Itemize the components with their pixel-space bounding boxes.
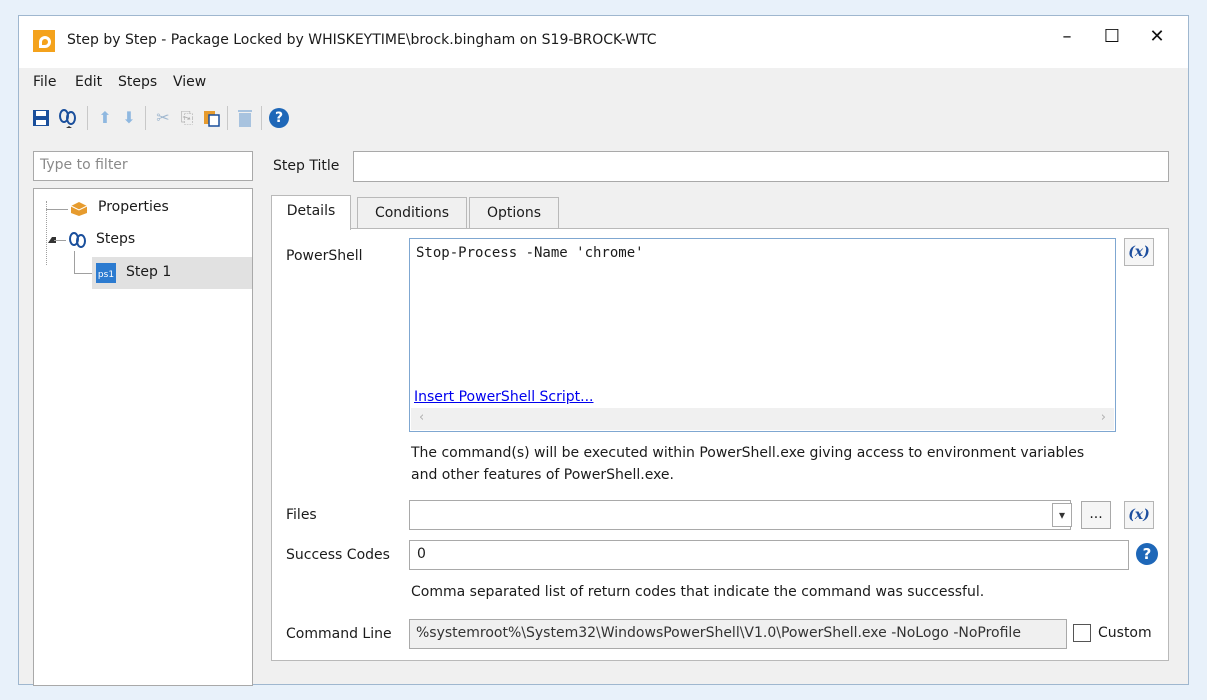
- close-button[interactable]: ✕: [1134, 22, 1180, 52]
- tree-item-step1-row[interactable]: [92, 257, 252, 289]
- maximize-button[interactable]: ☐: [1089, 22, 1135, 52]
- steps-icon: [68, 231, 88, 249]
- scroll-right-icon[interactable]: ›: [1101, 410, 1106, 425]
- tab-details[interactable]: Details: [271, 195, 351, 230]
- paste-icon[interactable]: [201, 108, 221, 128]
- filter-input[interactable]: Type to filter: [33, 151, 253, 181]
- success-codes-label: Success Codes: [286, 547, 390, 563]
- powershell-description: The command(s) will be executed within P…: [411, 445, 1085, 483]
- app-window: Step by Step - Package Locked by WHISKEY…: [18, 15, 1189, 686]
- custom-label: Custom: [1098, 625, 1152, 641]
- properties-icon: [70, 201, 88, 217]
- success-codes-help-icon[interactable]: ?: [1136, 543, 1158, 565]
- insert-script-link[interactable]: Insert PowerShell Script...: [414, 389, 594, 405]
- menu-view[interactable]: View: [173, 74, 206, 90]
- toolbar: ⬆ ⬇ ✂ ⎘ ?: [19, 100, 1188, 134]
- delete-icon[interactable]: [235, 108, 255, 128]
- powershell-code[interactable]: Stop-Process -Name 'chrome': [416, 245, 644, 261]
- menu-steps[interactable]: Steps: [118, 74, 157, 90]
- menu-edit[interactable]: Edit: [75, 74, 102, 90]
- powershell-variable-button[interactable]: (x): [1124, 238, 1154, 266]
- steps-add-icon[interactable]: [57, 108, 77, 128]
- files-input[interactable]: [409, 500, 1071, 530]
- move-up-icon[interactable]: ⬆: [95, 108, 115, 128]
- tree-item-properties[interactable]: Properties: [98, 199, 169, 215]
- ps1-file-icon: ps1: [96, 263, 116, 283]
- chevron-down-icon[interactable]: ▾: [1052, 503, 1072, 527]
- success-codes-description: Comma separated list of return codes tha…: [411, 584, 985, 600]
- horizontal-scrollbar[interactable]: ‹ ›: [411, 408, 1114, 430]
- move-down-icon[interactable]: ⬇: [119, 108, 139, 128]
- copy-icon[interactable]: ⎘: [177, 108, 197, 128]
- tab-conditions[interactable]: Conditions: [357, 197, 467, 229]
- save-icon[interactable]: [31, 108, 51, 128]
- powershell-editor[interactable]: Stop-Process -Name 'chrome' Insert Power…: [409, 238, 1116, 432]
- step-title-label: Step Title: [273, 158, 340, 174]
- minimize-button[interactable]: –: [1044, 22, 1090, 52]
- title-bar: Step by Step - Package Locked by WHISKEY…: [19, 16, 1188, 68]
- help-icon[interactable]: ?: [269, 108, 289, 128]
- browse-files-button[interactable]: ...: [1081, 501, 1111, 529]
- menu-file[interactable]: File: [33, 74, 56, 90]
- command-line-label: Command Line: [286, 626, 392, 642]
- command-line-input[interactable]: %systemroot%\System32\WindowsPowerShell\…: [409, 619, 1067, 649]
- tree-item-steps[interactable]: Steps: [96, 231, 135, 247]
- cut-icon[interactable]: ✂: [153, 108, 173, 128]
- step-tree: Properties Steps ps1 Step 1: [33, 188, 253, 686]
- success-codes-input[interactable]: 0: [409, 540, 1129, 570]
- tree-item-step1[interactable]: Step 1: [126, 264, 171, 280]
- tab-options[interactable]: Options: [469, 197, 559, 229]
- step-title-input[interactable]: [353, 151, 1169, 182]
- app-logo-icon: [33, 30, 55, 52]
- powershell-label: PowerShell: [286, 248, 363, 264]
- files-variable-button[interactable]: (x): [1124, 501, 1154, 529]
- files-label: Files: [286, 507, 317, 523]
- custom-checkbox[interactable]: [1073, 624, 1091, 642]
- window-title: Step by Step - Package Locked by WHISKEY…: [67, 32, 657, 48]
- menu-bar: File Edit Steps View: [19, 68, 1188, 96]
- scroll-left-icon[interactable]: ‹: [419, 410, 424, 425]
